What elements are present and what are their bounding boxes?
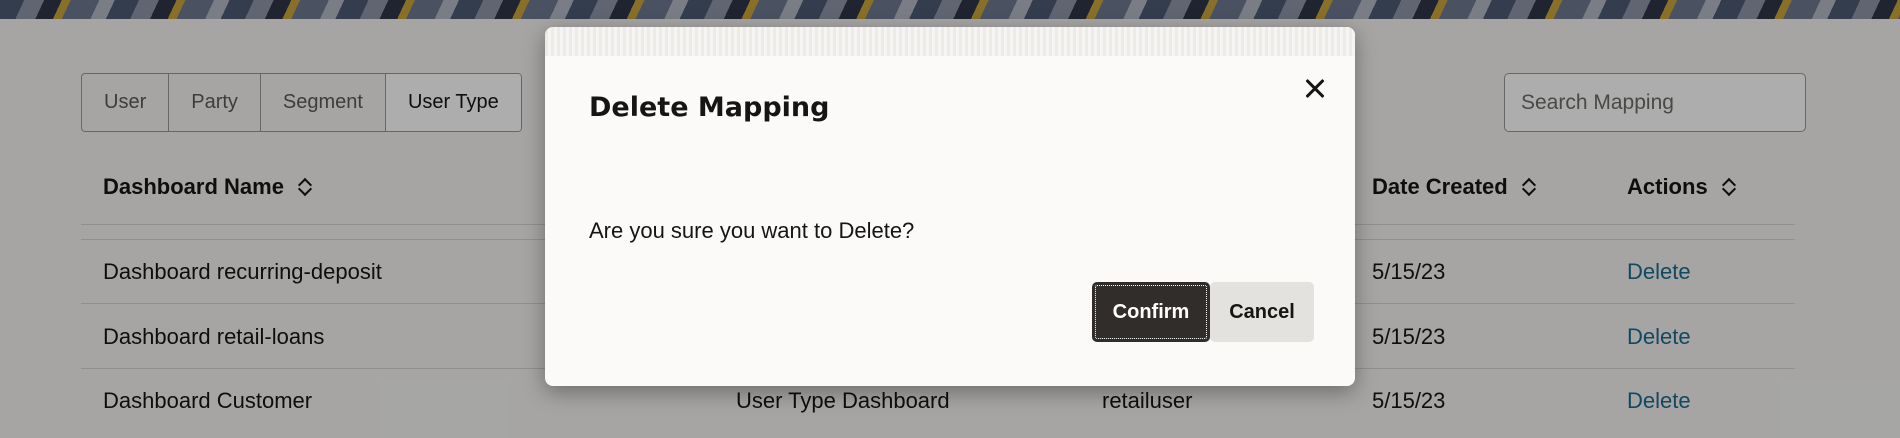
close-icon[interactable] (1297, 71, 1333, 107)
confirm-button[interactable]: Confirm (1092, 282, 1210, 342)
dialog-message: Are you sure you want to Delete? (589, 218, 915, 243)
delete-mapping-dialog: Delete Mapping Are you sure you want to … (545, 27, 1355, 386)
dialog-header-strip (545, 27, 1355, 56)
dialog-title: Delete Mapping (589, 92, 830, 123)
cancel-button[interactable]: Cancel (1210, 282, 1314, 342)
